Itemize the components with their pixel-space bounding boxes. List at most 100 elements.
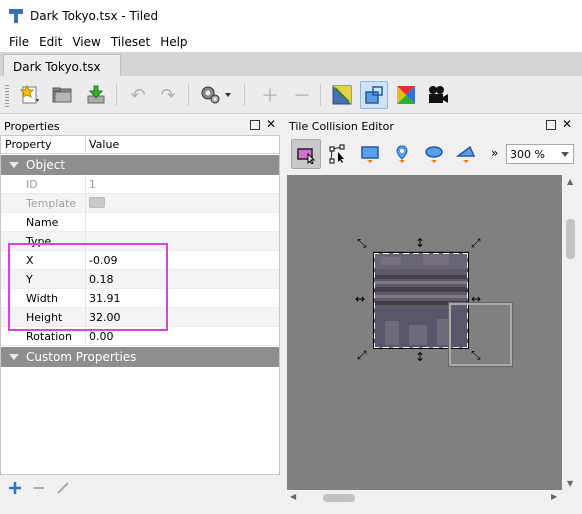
redo-button[interactable]: ↷ bbox=[154, 81, 182, 109]
undo-button[interactable]: ↶ bbox=[124, 81, 152, 109]
resize-handle-ne-icon[interactable]: ⤢ bbox=[471, 237, 481, 249]
collision-canvas[interactable]: ⤡ ↕ ⤢ ↔ ↔ ⤢ ↕ ⤡ bbox=[287, 175, 562, 490]
collision-editor-button[interactable] bbox=[360, 81, 388, 109]
group-label: Object bbox=[26, 158, 66, 172]
menu-edit[interactable]: Edit bbox=[34, 35, 67, 49]
remove-tile-button[interactable]: － bbox=[288, 81, 316, 109]
column-property[interactable]: Property bbox=[5, 138, 52, 151]
float-panel-icon[interactable] bbox=[546, 120, 556, 130]
properties-title: Properties bbox=[4, 120, 60, 133]
toolbar-grip[interactable] bbox=[5, 85, 9, 107]
select-objects-button[interactable] bbox=[291, 139, 321, 169]
column-value[interactable]: Value bbox=[89, 138, 119, 151]
terrain-icon bbox=[332, 85, 352, 105]
resize-handle-w-icon[interactable]: ↔ bbox=[355, 293, 365, 305]
resize-handle-s-icon[interactable]: ↕ bbox=[415, 351, 425, 363]
property-key: Rotation bbox=[26, 330, 73, 343]
property-key: ID bbox=[26, 178, 38, 191]
insert-polygon-button[interactable] bbox=[451, 139, 481, 169]
save-icon bbox=[87, 85, 105, 104]
group-label: Custom Properties bbox=[26, 350, 137, 364]
ellipse-icon bbox=[425, 146, 443, 163]
vertical-scroll-thumb[interactable] bbox=[566, 219, 575, 259]
insert-rectangle-button[interactable] bbox=[355, 139, 385, 169]
resize-handle-e-icon[interactable]: ↔ bbox=[471, 293, 481, 305]
window-title: Dark Tokyo.tsx - Tiled bbox=[30, 9, 159, 23]
minus-icon: － bbox=[293, 86, 311, 107]
scroll-right-icon[interactable]: ▶ bbox=[551, 492, 557, 501]
scroll-left-icon[interactable]: ◀ bbox=[290, 492, 296, 501]
folder-icon bbox=[52, 87, 72, 103]
table-header: Property Value bbox=[1, 136, 279, 154]
collapse-triangle-icon bbox=[9, 354, 19, 360]
vertical-scrollbar[interactable]: ▲ ▼ bbox=[562, 175, 579, 505]
animation-editor-button[interactable] bbox=[424, 81, 452, 109]
undo-icon: ↶ bbox=[130, 84, 146, 106]
menu-tileset[interactable]: Tileset bbox=[106, 35, 155, 49]
collapse-triangle-icon bbox=[9, 162, 19, 168]
group-object[interactable]: Object bbox=[1, 155, 279, 175]
zoom-select[interactable]: 300 % bbox=[506, 144, 574, 164]
template-icon[interactable] bbox=[89, 197, 105, 208]
collision-shapes-icon bbox=[365, 86, 383, 104]
collision-toolbar: » 300 % bbox=[287, 138, 581, 170]
horizontal-scrollbar[interactable]: ◀ ▶ bbox=[287, 490, 562, 505]
scroll-up-icon[interactable]: ▲ bbox=[567, 177, 573, 186]
property-value: 1 bbox=[89, 178, 96, 191]
plus-icon: ＋ bbox=[261, 86, 279, 107]
select-objects-icon bbox=[297, 148, 316, 164]
main-toolbar: ↶ ↷ ＋ － bbox=[0, 76, 582, 114]
add-tile-button[interactable]: ＋ bbox=[256, 81, 284, 109]
terrain-editor-button[interactable] bbox=[328, 81, 356, 109]
tile-collision-editor: Tile Collision Editor ✕ » 300 % ⤡ ↕ ⤢ ↔ … bbox=[285, 116, 582, 514]
rename-property-icon[interactable] bbox=[56, 481, 70, 495]
new-file-icon bbox=[19, 84, 39, 104]
menu-bar: File Edit View Tileset Help bbox=[0, 32, 582, 52]
resize-handle-sw-icon[interactable]: ⤢ bbox=[357, 349, 367, 361]
resize-handle-nw-icon[interactable]: ⤡ bbox=[357, 237, 367, 249]
group-custom-properties[interactable]: Custom Properties bbox=[1, 347, 279, 367]
close-panel-icon[interactable]: ✕ bbox=[266, 118, 276, 130]
edit-polygons-button[interactable] bbox=[323, 139, 353, 169]
collision-editor-title: Tile Collision Editor bbox=[289, 120, 394, 133]
wang-icon bbox=[397, 86, 415, 104]
insert-point-button[interactable] bbox=[387, 139, 417, 169]
polygon-icon bbox=[456, 145, 476, 163]
title-bar: Dark Tokyo.tsx - Tiled bbox=[0, 0, 582, 32]
float-panel-icon[interactable] bbox=[250, 120, 260, 130]
resize-handle-se-icon[interactable]: ⤡ bbox=[471, 349, 481, 361]
tiled-app-icon bbox=[8, 8, 24, 24]
property-value[interactable]: 0.00 bbox=[89, 330, 114, 343]
remove-property-icon[interactable] bbox=[32, 481, 46, 495]
close-panel-icon[interactable]: ✕ bbox=[562, 118, 572, 130]
zoom-value: 300 % bbox=[510, 148, 545, 161]
rectangle-icon bbox=[361, 146, 379, 163]
point-icon bbox=[396, 145, 408, 163]
film-camera-icon bbox=[429, 86, 448, 103]
open-file-button[interactable] bbox=[48, 81, 76, 109]
menu-view[interactable]: View bbox=[67, 35, 105, 49]
new-file-button[interactable] bbox=[16, 81, 44, 109]
property-key: Name bbox=[26, 216, 59, 229]
redo-icon: ↷ bbox=[160, 84, 176, 106]
document-tab-strip: Dark Tokyo.tsx bbox=[0, 52, 582, 76]
horizontal-scroll-thumb[interactable] bbox=[323, 494, 355, 502]
save-button[interactable] bbox=[82, 81, 110, 109]
wang-sets-button[interactable] bbox=[392, 81, 420, 109]
gears-icon bbox=[201, 86, 231, 104]
property-key: Template bbox=[26, 197, 77, 210]
edit-polygons-icon bbox=[329, 144, 345, 164]
property-row-id[interactable]: ID 1 bbox=[1, 175, 279, 194]
property-row-name[interactable]: Name bbox=[1, 213, 279, 232]
tileset-properties-button[interactable] bbox=[196, 81, 236, 109]
resize-handle-n-icon[interactable]: ↕ bbox=[415, 237, 425, 249]
menu-file[interactable]: File bbox=[4, 35, 34, 49]
tab-dark-tokyo[interactable]: Dark Tokyo.tsx bbox=[3, 54, 121, 76]
property-row-template[interactable]: Template bbox=[1, 194, 279, 213]
chevron-down-icon bbox=[561, 152, 569, 157]
scroll-down-icon[interactable]: ▼ bbox=[567, 479, 573, 488]
insert-ellipse-button[interactable] bbox=[419, 139, 449, 169]
toolbar-overflow-chevron[interactable]: » bbox=[491, 146, 498, 160]
add-property-icon[interactable] bbox=[8, 481, 22, 495]
menu-help[interactable]: Help bbox=[155, 35, 192, 49]
